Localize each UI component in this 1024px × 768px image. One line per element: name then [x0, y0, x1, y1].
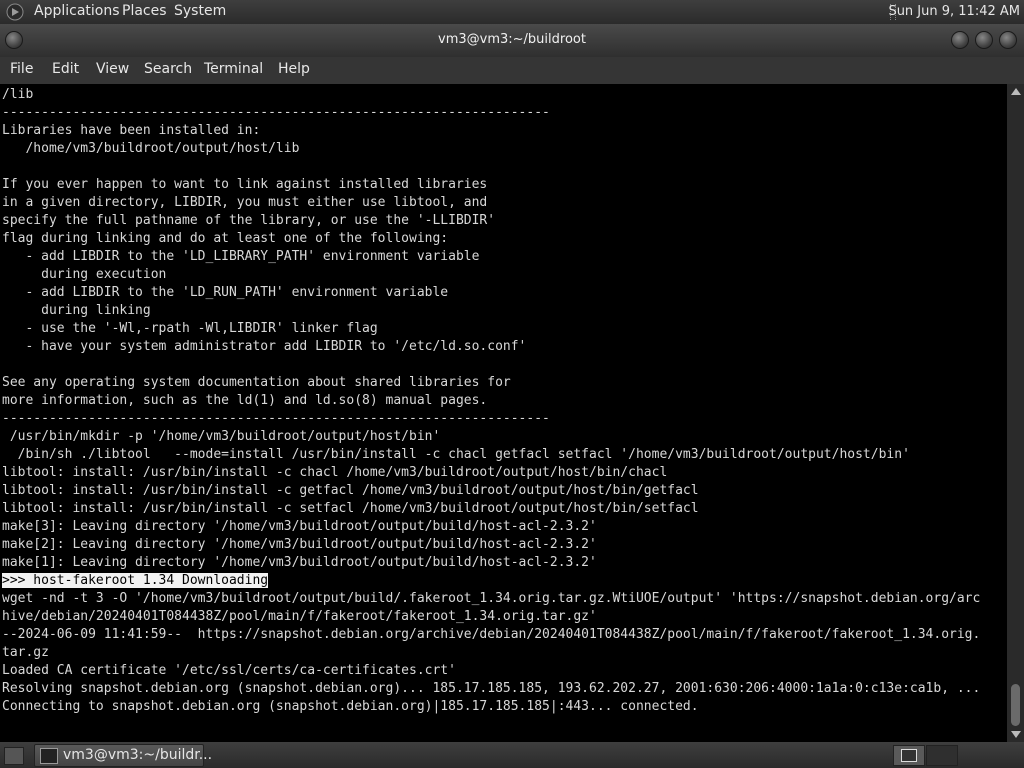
- show-desktop-icon[interactable]: [4, 747, 24, 765]
- scroll-down-arrow-icon[interactable]: [1011, 731, 1021, 738]
- close-button[interactable]: [999, 31, 1017, 49]
- places-menu[interactable]: Places: [122, 3, 167, 19]
- terminal-menubar: File Edit View Search Terminal Help: [0, 57, 1024, 84]
- menu-help[interactable]: Help: [278, 61, 310, 77]
- window-title: vm3@vm3:~/buildroot: [438, 32, 586, 47]
- terminal-output-area[interactable]: /lib -----------------------------------…: [0, 84, 1007, 742]
- window-titlebar[interactable]: vm3@vm3:~/buildroot: [0, 24, 1024, 57]
- terminal-text: /lib -----------------------------------…: [0, 84, 1007, 716]
- workspace-switcher-1[interactable]: [893, 745, 925, 766]
- scrollbar-thumb[interactable]: [1011, 684, 1020, 726]
- scroll-up-arrow-icon[interactable]: [1011, 88, 1021, 95]
- menu-file[interactable]: File: [10, 61, 33, 77]
- taskbar-window-label: vm3@vm3:~/buildr...: [63, 747, 213, 763]
- minimize-button[interactable]: [951, 31, 969, 49]
- vertical-scrollbar[interactable]: [1007, 84, 1024, 742]
- applications-menu[interactable]: Applications: [34, 3, 120, 19]
- terminal-output-before: /lib -----------------------------------…: [2, 87, 910, 570]
- maximize-button[interactable]: [975, 31, 993, 49]
- taskbar-window-button[interactable]: vm3@vm3:~/buildr...: [34, 744, 212, 767]
- highlighted-line: >>> host-fakeroot 1.34 Downloading: [2, 573, 269, 588]
- workspace-switcher-2[interactable]: [926, 745, 958, 766]
- menu-search[interactable]: Search: [144, 61, 192, 77]
- workspace-window-icon: [901, 749, 917, 762]
- menu-terminal[interactable]: Terminal: [204, 61, 263, 77]
- system-menu[interactable]: System: [174, 3, 226, 19]
- terminal-output-after: wget -nd -t 3 -O '/home/vm3/buildroot/ou…: [2, 591, 981, 714]
- menu-view[interactable]: View: [96, 61, 129, 77]
- clock[interactable]: Sun Jun 9, 11:42 AM: [888, 4, 1020, 19]
- applications-menu-icon[interactable]: [6, 3, 24, 21]
- bottom-panel: vm3@vm3:~/buildr...: [0, 742, 1024, 768]
- menu-edit[interactable]: Edit: [52, 61, 79, 77]
- terminal-icon: [40, 748, 58, 764]
- top-panel: Applications Places System Sun Jun 9, 11…: [0, 0, 1024, 24]
